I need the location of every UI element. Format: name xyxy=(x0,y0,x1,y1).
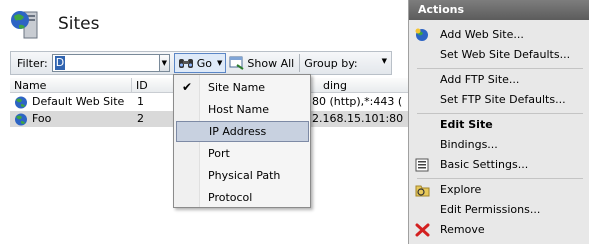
action-label: Remove xyxy=(440,223,485,236)
site-binding: 80 (http),*:443 ( xyxy=(312,95,403,108)
actions-separator xyxy=(417,68,583,69)
check-icon: ✔ xyxy=(182,80,193,94)
filter-toolbar: Filter: D ▼ Go ▼ Show All Group by: ▼ xyxy=(10,51,392,75)
menu-item-ip-address[interactable]: IP Address xyxy=(176,121,309,142)
column-header-name[interactable]: Name xyxy=(10,78,132,93)
action-add-web-site[interactable]: Add Web Site... xyxy=(409,25,589,45)
toolbar-overflow-icon[interactable]: ▼ xyxy=(382,57,387,65)
sites-icon xyxy=(10,7,42,41)
action-remove[interactable]: Remove xyxy=(409,220,589,240)
go-button[interactable]: Go ▼ xyxy=(173,53,227,73)
menu-item-label: Protocol xyxy=(208,191,253,204)
filter-column-menu: ✔ Site Name Host Name IP Address Port Ph… xyxy=(173,74,311,208)
group-by-label[interactable]: Group by: xyxy=(304,57,357,70)
action-label: Explore xyxy=(440,183,482,196)
edit-site-heading: Edit Site xyxy=(409,115,589,135)
action-add-ftp-site[interactable]: Add FTP Site... xyxy=(409,70,589,90)
actions-separator xyxy=(417,113,583,114)
menu-item-label: Host Name xyxy=(208,103,269,116)
settings-list-icon xyxy=(415,158,429,172)
remove-icon xyxy=(415,223,430,237)
action-label: Add Web Site... xyxy=(440,28,524,41)
site-id: 1 xyxy=(137,95,144,108)
action-label: Set Web Site Defaults... xyxy=(440,48,571,61)
action-label: Bindings... xyxy=(440,138,498,151)
action-set-ftp-site-defaults[interactable]: Set FTP Site Defaults... xyxy=(409,90,589,110)
menu-item-label: IP Address xyxy=(209,125,267,138)
menu-item-label: Port xyxy=(208,147,230,160)
action-label: Edit Permissions... xyxy=(440,203,541,216)
actions-separator xyxy=(417,178,583,179)
actions-pane: Actions Add Web Site... Set Web Site Def… xyxy=(408,0,589,244)
action-set-web-site-defaults[interactable]: Set Web Site Defaults... xyxy=(409,45,589,65)
menu-item-label: Site Name xyxy=(208,81,266,94)
site-id: 2 xyxy=(137,112,144,125)
site-name: Foo xyxy=(32,112,52,125)
action-label: Basic Settings... xyxy=(440,158,529,171)
site-name: Default Web Site xyxy=(32,95,125,108)
menu-item-physical-path[interactable]: Physical Path xyxy=(176,165,309,186)
go-label: Go xyxy=(196,56,213,70)
column-header-binding[interactable]: ding xyxy=(310,78,408,93)
filter-label: Filter: xyxy=(17,56,48,70)
action-group-title: Edit Site xyxy=(440,118,493,131)
actions-title: Actions xyxy=(409,0,589,20)
menu-item-site-name[interactable]: ✔ Site Name xyxy=(176,77,309,98)
action-edit-permissions[interactable]: Edit Permissions... xyxy=(409,200,589,220)
menu-item-label: Physical Path xyxy=(208,169,281,182)
filter-dropdown-button[interactable]: ▼ xyxy=(159,54,170,72)
sites-pane: Sites Filter: D ▼ Go ▼ Show All Group by… xyxy=(0,0,408,244)
website-icon xyxy=(15,96,27,109)
action-label: Add FTP Site... xyxy=(440,73,520,86)
menu-item-protocol[interactable]: Protocol xyxy=(176,187,309,208)
site-binding: 2.168.15.101:80 xyxy=(312,112,404,125)
filter-input[interactable]: D xyxy=(51,54,160,72)
page-header: Sites xyxy=(10,6,100,42)
action-explore[interactable]: Explore xyxy=(409,180,589,200)
action-bindings[interactable]: Bindings... xyxy=(409,135,589,155)
chevron-down-icon: ▼ xyxy=(217,59,223,67)
show-all-button[interactable]: Show All xyxy=(226,53,297,73)
toolbar-separator xyxy=(299,54,301,72)
website-icon xyxy=(15,113,27,126)
show-all-label: Show All xyxy=(247,56,295,70)
action-basic-settings[interactable]: Basic Settings... xyxy=(409,155,589,175)
binoculars-icon xyxy=(178,59,193,68)
page-title: Sites xyxy=(58,14,100,34)
menu-item-host-name[interactable]: Host Name xyxy=(176,99,309,120)
folder-explore-icon xyxy=(415,185,430,197)
action-label: Set FTP Site Defaults... xyxy=(440,93,566,106)
add-website-icon xyxy=(415,28,428,41)
menu-item-port[interactable]: Port xyxy=(176,143,309,164)
show-all-icon xyxy=(229,56,244,70)
filter-input-value: D xyxy=(54,56,66,70)
